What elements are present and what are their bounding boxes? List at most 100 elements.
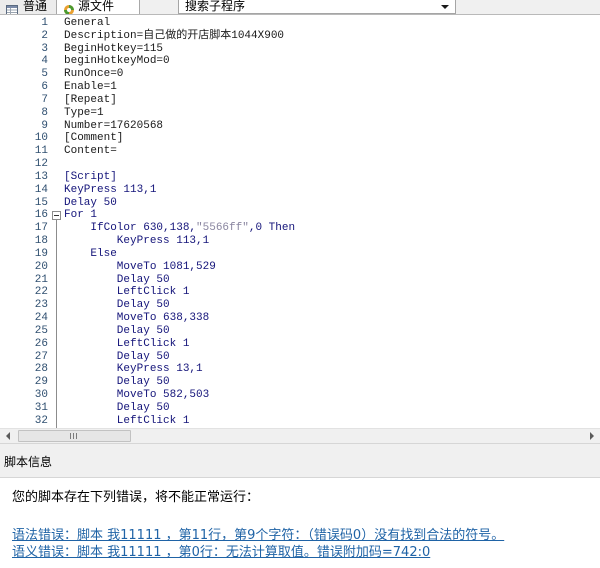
code-text[interactable]: [Comment] — [64, 132, 123, 145]
code-line[interactable]: 30 MoveTo 582,503 — [0, 389, 600, 402]
code-token[interactable]: Else — [64, 248, 116, 260]
code-token[interactable]: KeyPress 13,1 — [64, 363, 203, 375]
code-line[interactable]: 27 Delay 50 — [0, 350, 600, 364]
code-text[interactable]: [Repeat] — [64, 94, 117, 107]
code-text[interactable]: [Script] — [64, 171, 117, 184]
tab-normal[interactable]: 普通 — [0, 0, 57, 14]
code-line[interactable]: 14 KeyPress 113,1 — [0, 184, 600, 197]
code-token[interactable]: RunOnce=0 — [64, 68, 123, 80]
scroll-left-button[interactable] — [0, 429, 17, 443]
code-token[interactable]: KeyPress 113,1 — [64, 235, 209, 247]
code-text[interactable]: Else — [64, 248, 116, 261]
code-text[interactable]: beginHotkeyMod=0 — [64, 55, 170, 68]
code-line[interactable]: 9 Number=17620568 — [0, 120, 600, 133]
code-line[interactable]: 4 beginHotkeyMod=0 — [0, 55, 600, 68]
code-token[interactable]: [Comment] — [64, 132, 123, 144]
code-line[interactable]: 19 Else — [0, 247, 600, 261]
code-token[interactable]: Content= — [64, 145, 117, 157]
code-token[interactable]: Delay 50 — [64, 197, 117, 209]
code-token[interactable]: LeftClick 1 — [64, 338, 190, 350]
code-line[interactable]: 12 — [0, 158, 600, 171]
code-line[interactable]: 3 BeginHotkey=115 — [0, 43, 600, 56]
code-token[interactable]: MoveTo 1081,529 — [64, 261, 216, 273]
code-token[interactable]: MoveTo 638,338 — [64, 312, 209, 324]
code-text[interactable]: Delay 50 — [64, 351, 170, 364]
code-text[interactable]: Delay 50 — [64, 376, 170, 389]
code-text[interactable]: IfColor 630,138,"5566ff",0 Then — [64, 222, 295, 235]
code-line[interactable]: 17 IfColor 630,138,"5566ff",0 Then — [0, 222, 600, 235]
error-link-semantic[interactable]: 语义错误：脚本 我11111 ，第0行：无法计算取值。错误附加码=742:0 — [12, 544, 430, 561]
code-text[interactable]: LeftClick 1 — [64, 286, 190, 299]
code-line[interactable]: 13 [Script] — [0, 171, 600, 184]
code-token[interactable]: [Repeat] — [64, 94, 117, 106]
code-line[interactable]: 5 RunOnce=0 — [0, 68, 600, 81]
code-line[interactable]: 26 LeftClick 1 — [0, 337, 600, 351]
code-line[interactable]: 20 MoveTo 1081,529 — [0, 260, 600, 274]
code-editor[interactable]: 1 General 2 Description=自己做的开店脚本1044X900 3 Be… — [0, 15, 600, 428]
code-text[interactable]: LeftClick 1 — [64, 415, 190, 428]
string-literal[interactable]: "5566ff" — [196, 222, 249, 234]
code-token[interactable]: Delay 50 — [64, 325, 170, 337]
code-token[interactable]: Description=自己做的开店脚本1044X900 — [64, 30, 284, 42]
code-text[interactable]: Delay 50 — [64, 197, 117, 210]
code-line[interactable]: 6 Enable=1 — [0, 81, 600, 94]
code-text[interactable]: Delay 50 — [64, 274, 170, 287]
code-token[interactable]: General — [64, 17, 110, 29]
code-text[interactable]: Enable=1 — [64, 81, 117, 94]
code-line[interactable]: 16 For 1 — [0, 209, 600, 223]
code-token[interactable]: BeginHotkey=115 — [64, 43, 163, 55]
code-token[interactable]: Delay 50 — [64, 351, 170, 363]
code-token[interactable]: ,0 Then — [249, 222, 295, 234]
code-line[interactable]: 15 Delay 50 — [0, 197, 600, 210]
code-text[interactable]: MoveTo 1081,529 — [64, 261, 216, 274]
scroll-thumb[interactable] — [18, 430, 131, 442]
code-line[interactable]: 2 Description=自己做的开店脚本1044X900 — [0, 30, 600, 43]
code-token[interactable]: Delay 50 — [64, 376, 170, 388]
scroll-left-arrow-icon[interactable] — [6, 432, 10, 440]
code-text[interactable]: RunOnce=0 — [64, 68, 123, 81]
code-text[interactable]: Type=1 — [64, 107, 104, 120]
code-line[interactable]: 21 Delay 50 — [0, 273, 600, 287]
code-line[interactable]: 1 General — [0, 17, 600, 30]
code-text[interactable]: Content= — [64, 145, 117, 158]
code-text[interactable]: LeftClick 1 — [64, 338, 190, 351]
code-line[interactable]: 22 LeftClick 1 — [0, 286, 600, 300]
scroll-right-arrow-icon[interactable] — [590, 432, 594, 440]
code-text[interactable]: BeginHotkey=115 — [64, 43, 163, 56]
code-line[interactable]: 29 Delay 50 — [0, 376, 600, 389]
code-text[interactable]: KeyPress 113,1 — [64, 235, 209, 248]
code-token[interactable]: KeyPress 113,1 — [64, 184, 156, 196]
code-token[interactable]: LeftClick 1 — [64, 286, 190, 298]
scroll-right-button[interactable] — [583, 429, 600, 443]
chevron-down-icon[interactable] — [441, 5, 449, 9]
code-line[interactable]: 23 Delay 50 — [0, 299, 600, 312]
subroutine-search-dropdown[interactable]: 搜索子程序 — [178, 0, 456, 14]
code-token[interactable]: Delay 50 — [64, 274, 170, 286]
code-line[interactable]: 7 [Repeat] — [0, 94, 600, 107]
code-line[interactable]: 18 KeyPress 113,1 — [0, 235, 600, 248]
code-text[interactable]: Description=自己做的开店脚本1044X900 — [64, 30, 284, 43]
code-token[interactable]: Enable=1 — [64, 81, 117, 93]
code-token[interactable]: beginHotkeyMod=0 — [64, 55, 170, 67]
code-token[interactable]: Type=1 — [64, 107, 104, 119]
horizontal-scrollbar[interactable] — [0, 428, 600, 443]
code-text[interactable]: For 1 — [64, 209, 97, 222]
code-text[interactable]: Delay 50 — [64, 299, 170, 312]
code-token[interactable]: LeftClick 1 — [64, 415, 190, 427]
code-token[interactable]: For 1 — [64, 209, 97, 221]
code-text[interactable]: Number=17620568 — [64, 120, 163, 133]
collapse-minus-icon[interactable] — [52, 211, 61, 221]
code-text[interactable]: KeyPress 13,1 — [64, 363, 203, 376]
code-token[interactable]: MoveTo 582,503 — [64, 389, 209, 401]
code-line[interactable]: 32 LeftClick 1 — [0, 414, 600, 428]
code-token[interactable]: Delay 50 — [64, 402, 170, 414]
code-token[interactable]: Number=17620568 — [64, 120, 163, 132]
error-link-syntax[interactable]: 语法错误：脚本 我11111 ，第11行，第9个字符：（错误码0）没有找到合法的… — [12, 527, 504, 544]
code-line[interactable]: 25 Delay 50 — [0, 324, 600, 338]
code-token[interactable]: Delay 50 — [64, 299, 170, 311]
code-line[interactable]: 31 Delay 50 — [0, 401, 600, 415]
code-text[interactable]: MoveTo 638,338 — [64, 312, 209, 325]
code-line[interactable]: 28 KeyPress 13,1 — [0, 363, 600, 377]
code-line[interactable]: 11 Content= — [0, 145, 600, 158]
code-text[interactable]: General — [64, 17, 110, 30]
